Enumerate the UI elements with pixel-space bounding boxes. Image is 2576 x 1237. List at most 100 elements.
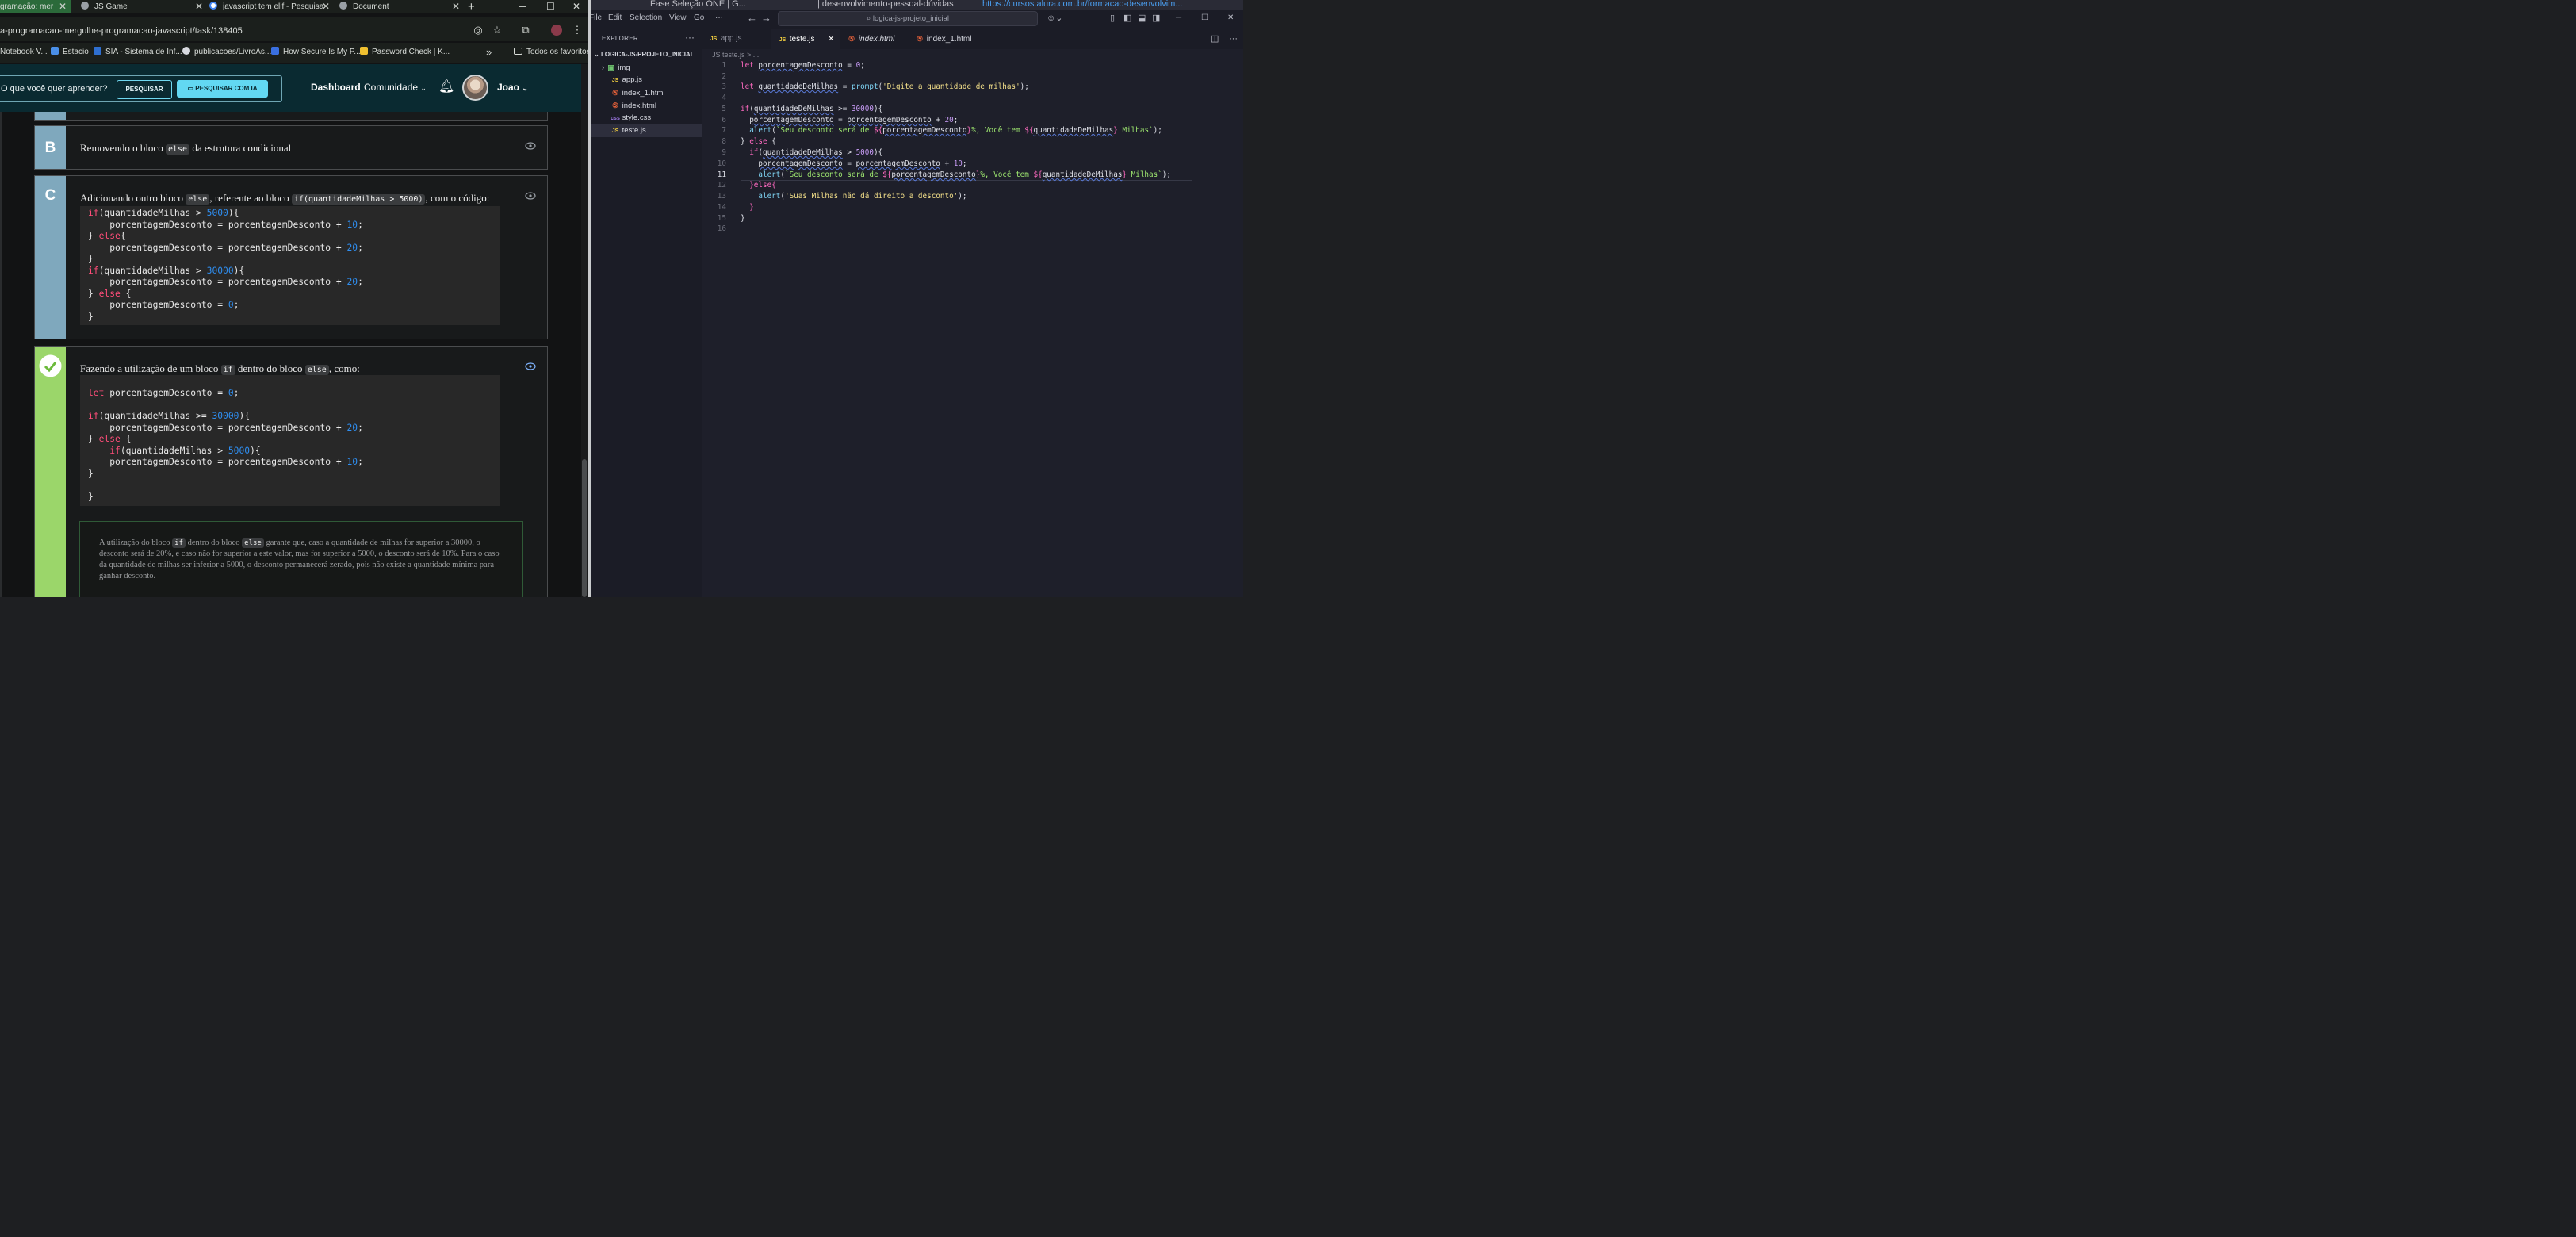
editor-tab-index[interactable]: ⑤ index.html bbox=[847, 29, 894, 49]
background-tab[interactable]: Fase Seleção ONE | G... bbox=[650, 0, 746, 10]
search-input[interactable]: O que você quer aprender? bbox=[1, 76, 108, 101]
browser-tab-document[interactable]: Document ✕ bbox=[335, 0, 465, 13]
bookmark-item[interactable]: How Secure Is My P... bbox=[271, 43, 361, 62]
maximize-button[interactable]: ☐ bbox=[1201, 10, 1208, 27]
background-tab[interactable]: | desenvolvimento-pessoal-dúvidas bbox=[817, 0, 954, 10]
code-line: alert(`Seu desconto será de ${porcentage… bbox=[749, 126, 1162, 135]
option-text: Fazendo a utilização de um bloco if dent… bbox=[80, 362, 360, 375]
close-icon[interactable]: ✕ bbox=[452, 0, 460, 13]
user-menu[interactable]: Joao ⌄ bbox=[497, 64, 528, 111]
eye-icon[interactable] bbox=[525, 192, 536, 200]
code-line: let quantidadeDeMilhas = prompt('Digite … bbox=[741, 82, 1029, 91]
forward-arrow-icon[interactable]: → bbox=[761, 10, 771, 27]
minimize-button[interactable]: ─ bbox=[519, 0, 526, 13]
toggle-secondary-icon[interactable]: ◨ bbox=[1152, 10, 1160, 27]
option-letter bbox=[35, 347, 66, 597]
close-icon[interactable]: ✕ bbox=[59, 0, 67, 13]
tree-file-teste[interactable]: JS teste.js bbox=[591, 124, 702, 137]
eye-icon[interactable] bbox=[525, 362, 536, 370]
search-ia-button[interactable]: ▭ PESQUISAR COM IA bbox=[177, 80, 268, 98]
menu-selection[interactable]: Selection bbox=[630, 10, 662, 27]
toggle-sidebar-icon[interactable]: ◧ bbox=[1123, 10, 1131, 27]
address-bar-row: a-programacao-mergulhe-programacao-javas… bbox=[0, 17, 588, 41]
globe-icon bbox=[81, 2, 89, 10]
toggle-panel-icon[interactable]: ⬓ bbox=[1138, 10, 1146, 27]
star-icon[interactable]: ☆ bbox=[492, 25, 503, 36]
tree-folder-img[interactable]: › ▣ img bbox=[591, 61, 702, 74]
browser-tab-google[interactable]: javascript tem elif - Pesquisa ✕ bbox=[205, 0, 335, 13]
chat-icon: ▭ bbox=[187, 85, 196, 92]
maximize-button[interactable]: ☐ bbox=[546, 0, 555, 13]
tree-file-index1[interactable]: ⑤ index_1.html bbox=[591, 86, 702, 99]
bookmark-item[interactable]: Estacio bbox=[51, 43, 89, 62]
page-scrollbar[interactable] bbox=[581, 64, 588, 597]
menu-go[interactable]: Go bbox=[694, 10, 704, 27]
line-number: 7 bbox=[722, 126, 726, 135]
menu-more[interactable]: ··· bbox=[715, 10, 723, 27]
js-file-icon: JS bbox=[611, 128, 619, 134]
browser-tab-jsgame[interactable]: JS Game ✕ bbox=[73, 0, 208, 13]
option-text: Removendo o bloco else da estrutura cond… bbox=[80, 142, 292, 155]
eye-off-icon[interactable]: ◎ bbox=[473, 25, 484, 36]
github-icon bbox=[182, 47, 190, 55]
back-arrow-icon[interactable]: ← bbox=[747, 10, 757, 27]
code-editor[interactable]: JS teste.js > ... 1 2 3 4 5 6 7 8 9 10 11 12 13 14 15 1… bbox=[702, 49, 1243, 597]
project-folder[interactable]: ⌄ LOGICA-JS-PROJETO_INICIAL bbox=[594, 51, 695, 58]
new-tab-button[interactable]: + bbox=[468, 0, 475, 13]
menu-view[interactable]: View bbox=[669, 10, 687, 27]
extensions-icon[interactable]: ⧉ bbox=[520, 25, 531, 36]
menu-kebab-icon[interactable]: ⋮ bbox=[572, 25, 583, 36]
avatar[interactable] bbox=[462, 75, 488, 101]
close-window-button[interactable]: ✕ bbox=[572, 0, 580, 13]
close-icon[interactable]: ✕ bbox=[322, 0, 330, 13]
tree-file-appjs[interactable]: JS app.js bbox=[591, 74, 702, 86]
url-field[interactable]: a-programacao-mergulhe-programacao-javas… bbox=[0, 17, 507, 41]
browser-tab-alura[interactable]: gramação: mer ✕ bbox=[0, 0, 71, 13]
js-file-icon: JS bbox=[611, 78, 619, 83]
nav-dashboard[interactable]: Dashboard bbox=[311, 64, 361, 110]
minimize-button[interactable]: ─ bbox=[1176, 10, 1181, 27]
copilot-icon[interactable]: ☺⌄ bbox=[1047, 10, 1062, 27]
option-letter: C bbox=[35, 176, 66, 339]
explorer-sidebar: EXPLORER ··· ⌄ LOGICA-JS-PROJETO_INICIAL… bbox=[591, 29, 702, 597]
menu-edit[interactable]: Edit bbox=[608, 10, 622, 27]
bookmark-item[interactable]: Password Check | K... bbox=[360, 43, 450, 62]
bookmarks-folder[interactable]: Todos os favoritos bbox=[514, 43, 588, 62]
chevron-down-icon: ⌄ bbox=[522, 84, 528, 92]
layout-icon[interactable]: ▯ bbox=[1110, 10, 1115, 27]
more-icon[interactable]: ··· bbox=[1229, 29, 1238, 49]
background-url[interactable]: https://cursos.alura.com.br/formacao-des… bbox=[982, 0, 1182, 10]
close-window-button[interactable]: ✕ bbox=[1227, 10, 1234, 27]
bookmarks-more-button[interactable]: » bbox=[486, 43, 492, 62]
nav-comunidade[interactable]: Comunidade ⌄ bbox=[364, 64, 427, 111]
background-taskbar-strip: Fase Seleção ONE | G... | desenvolviment… bbox=[591, 0, 1243, 10]
eye-icon[interactable] bbox=[525, 142, 536, 150]
split-editor-icon[interactable]: ◫ bbox=[1211, 29, 1219, 49]
bookmark-item[interactable]: SIA - Sistema de Inf... bbox=[94, 43, 182, 62]
option-c-card[interactable]: C Adicionando outro bloco else, referent… bbox=[34, 175, 548, 339]
profile-avatar[interactable] bbox=[551, 25, 562, 36]
more-icon[interactable]: ··· bbox=[685, 32, 695, 43]
tree-file-style[interactable]: css style.css bbox=[591, 112, 702, 124]
search-button[interactable]: PESQUISAR bbox=[117, 80, 172, 99]
site-header: O que você quer aprender? PESQUISAR ▭ PE… bbox=[0, 64, 581, 112]
google-icon bbox=[209, 2, 217, 10]
close-icon[interactable]: ✕ bbox=[195, 0, 203, 13]
close-icon[interactable]: ✕ bbox=[828, 29, 834, 50]
editor-tab-appjs[interactable]: JS app.js bbox=[709, 29, 742, 49]
tree-file-index[interactable]: ⑤ index.html bbox=[591, 99, 702, 112]
option-a-card[interactable] bbox=[34, 112, 548, 121]
line-number: 4 bbox=[722, 94, 726, 102]
scroll-thumb[interactable] bbox=[582, 459, 587, 597]
line-number: 16 bbox=[717, 224, 726, 233]
bookmark-item[interactable]: publicacoes/LivroAs... bbox=[182, 43, 271, 62]
editor-tab-index1[interactable]: ⑤ index_1.html bbox=[915, 29, 972, 49]
option-b-card[interactable]: B Removendo o bloco else da estrutura co… bbox=[34, 125, 548, 170]
bookmark-item[interactable]: Notebook V... bbox=[0, 43, 48, 62]
command-search-box[interactable]: ⌕ logica-js-projeto_inicial bbox=[778, 11, 1038, 26]
editor-tab-teste[interactable]: JS teste.js ✕ bbox=[771, 29, 840, 49]
tab-title: javascript tem elif - Pesquisa bbox=[223, 2, 324, 11]
breadcrumb[interactable]: JS teste.js > ... bbox=[712, 51, 759, 59]
menu-file[interactable]: File bbox=[591, 10, 602, 27]
bell-icon[interactable]: 🔔︎ bbox=[438, 64, 454, 110]
